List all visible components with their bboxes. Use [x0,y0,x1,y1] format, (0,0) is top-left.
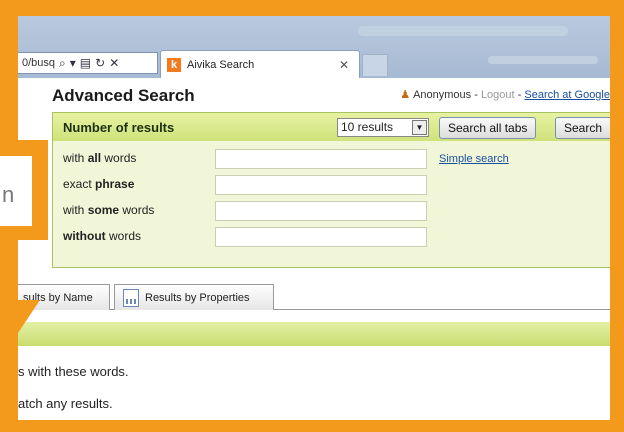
blurred-toolbar-text [488,56,598,64]
simple-search-link[interactable]: Simple search [439,153,509,165]
result-message-2: atch any results. [18,396,113,411]
page-title: Advanced Search [52,86,195,105]
chevron-down-icon[interactable]: ▼ [412,120,427,135]
search-all-tabs-button[interactable]: Search all tabs [439,117,537,139]
results-count-value: 10 results [341,120,394,134]
label-all-words: with all words [63,151,137,165]
exact-phrase-input[interactable] [215,175,427,195]
page-content: Advanced Search ♟ Anonymous - Logout - Se… [18,78,610,420]
address-url[interactable]: 0/busq [22,57,55,69]
search-icon[interactable]: ⌕ [59,56,66,71]
some-words-input[interactable] [215,201,427,221]
user-icon: ♟ [400,89,411,101]
results-count-select[interactable]: 10 results ▼ [337,118,429,137]
tab-results-by-properties[interactable]: Results by Properties [114,284,274,310]
search-button[interactable]: Search [555,117,610,139]
search-google-link[interactable]: Search at Google [524,89,610,101]
dropdown-icon[interactable]: ▾ [70,56,76,70]
all-words-input[interactable] [215,149,427,169]
result-message-1: s with these words. [18,364,129,379]
separator: - [514,89,525,101]
separator: - [471,89,481,101]
logout-link[interactable]: Logout [481,89,515,101]
user-bar: ♟ Anonymous - Logout - Search at Google [400,88,610,101]
label-exact-phrase: exact phrase [63,177,135,191]
label-some-words: with some words [63,203,155,217]
address-bar[interactable]: 0/busq ⌕ ▾ ▤ ↻ ✕ [18,52,158,74]
label-without-words: without words [63,229,141,243]
compatibility-icon[interactable]: ▤ [80,56,91,70]
tab-close-icon[interactable]: ✕ [339,58,349,72]
callout-tail [0,300,40,360]
panel-header-title: Number of results [63,119,175,135]
tab-label: Results by Properties [145,291,250,304]
results-tabs: sults by Name Results by Properties [18,276,610,310]
tab-title: Aivika Search [187,58,255,71]
refresh-icon[interactable]: ↻ [95,56,105,70]
blurred-title-text [358,26,568,36]
browser-window: 0/busq ⌕ ▾ ▤ ↻ ✕ k Aivika Search ✕ Advan… [18,16,610,420]
aivika-favicon-icon: k [167,57,181,72]
advanced-search-panel: Number of results 10 results ▼ Search al… [52,112,610,268]
browser-tab[interactable]: k Aivika Search ✕ [160,50,360,78]
results-header-bar [18,322,610,346]
without-words-input[interactable] [215,227,427,247]
callout-letter: n [2,182,15,207]
document-icon [123,288,139,307]
new-tab-button[interactable] [362,54,388,76]
stop-icon[interactable]: ✕ [109,56,119,70]
browser-chrome: 0/busq ⌕ ▾ ▤ ↻ ✕ k Aivika Search ✕ [18,16,610,78]
user-name: Anonymous [413,89,472,101]
